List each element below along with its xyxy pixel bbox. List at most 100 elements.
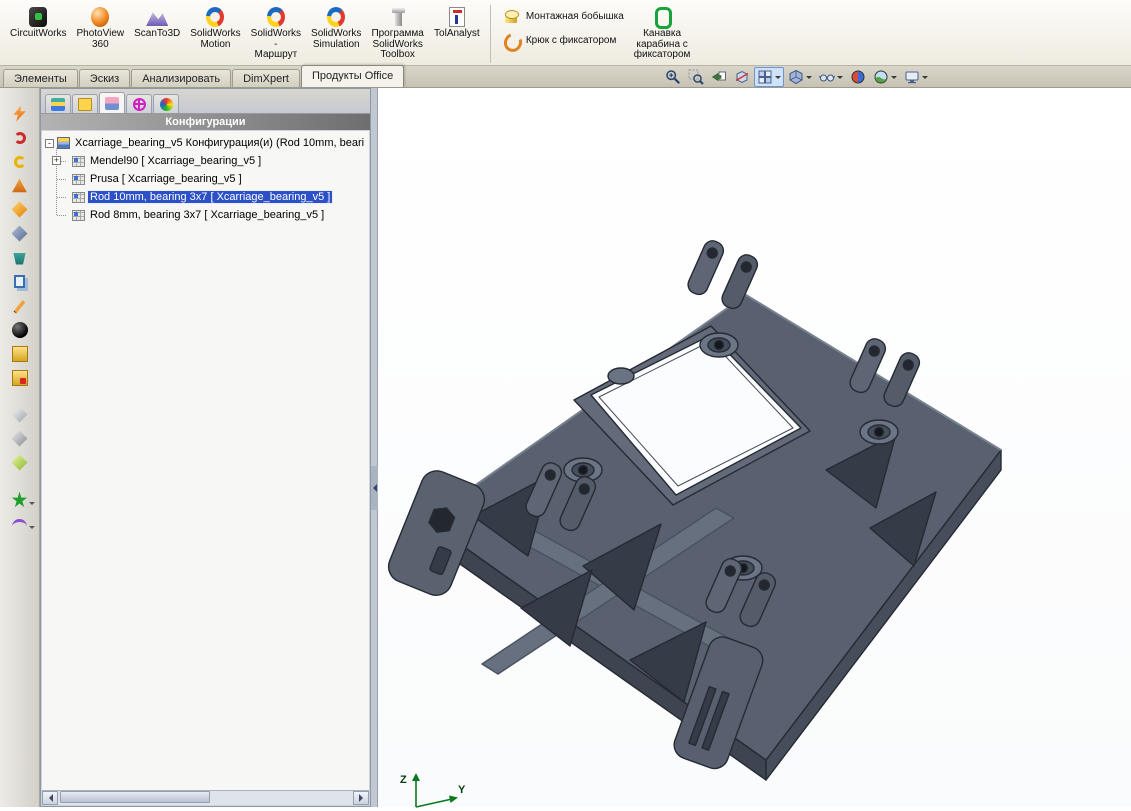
- panel-splitter[interactable]: [371, 88, 378, 807]
- scanto3d-icon: [144, 5, 170, 29]
- tree-children: + Mendel90 [ Xcarriage_bearing_v5 ] Prus…: [52, 152, 369, 224]
- side-tool-button-15[interactable]: [6, 451, 34, 474]
- gray-diamond-icon: [12, 431, 28, 447]
- tree-item-rod10mm-selected[interactable]: Rod 10mm, bearing 3x7 [ Xcarriage_bearin…: [52, 188, 369, 206]
- scroll-left-button[interactable]: [42, 791, 58, 805]
- zoom-to-area-button[interactable]: [685, 67, 707, 87]
- side-tool-button-9[interactable]: [6, 294, 34, 317]
- gray-diamond-icon: [12, 407, 28, 423]
- ribbon-button-tolanalyst[interactable]: TolAnalyst: [430, 3, 484, 42]
- ribbon-button-label: TolAnalyst: [434, 29, 480, 40]
- configuration-root-icon: [57, 137, 70, 149]
- expand-box[interactable]: +: [52, 156, 61, 165]
- gold-box-red-icon: [12, 370, 28, 386]
- side-tool-button-5[interactable]: [6, 198, 34, 221]
- side-tool-button-3[interactable]: [6, 150, 34, 173]
- scroll-right-button[interactable]: [353, 791, 369, 805]
- ribbon-button-mounting-boss[interactable]: Монтажная бобышка: [497, 6, 628, 26]
- graphics-viewport[interactable]: Z Y: [378, 88, 1131, 807]
- panel-horizontal-scrollbar[interactable]: [42, 790, 369, 805]
- tab-evaluate[interactable]: Анализировать: [131, 69, 231, 87]
- view-orientation-button[interactable]: [754, 67, 784, 87]
- side-tool-button-4[interactable]: [6, 174, 34, 197]
- ribbon-button-solidworks-simulation[interactable]: SolidWorks Simulation: [307, 3, 365, 52]
- configurationmanager-tab[interactable]: [99, 92, 125, 113]
- side-tool-button-17[interactable]: [6, 512, 34, 535]
- office-products-ribbon: CircuitWorks PhotoView 360 ScanTo3D Soli…: [0, 0, 1131, 66]
- mounting-boss-icon: [501, 7, 521, 25]
- side-tool-button-1[interactable]: [6, 102, 34, 125]
- ribbon-button-solidworks-toolbox[interactable]: Программа SolidWorks Toolbox: [367, 3, 427, 63]
- copy-pages-icon: [14, 275, 25, 288]
- red-arc-arrow-icon: [14, 132, 26, 144]
- scrollbar-track[interactable]: [58, 791, 353, 805]
- featuremanager-tree-tab[interactable]: [45, 94, 71, 113]
- side-tool-button-8[interactable]: [6, 270, 34, 293]
- side-tool-button-10[interactable]: [6, 318, 34, 341]
- snap-hook-icon: [501, 31, 521, 49]
- side-tool-button-16[interactable]: [6, 488, 34, 511]
- previous-view-icon: [711, 69, 727, 85]
- chevron-down-icon: [806, 76, 812, 82]
- orange-diamond-icon: [12, 202, 28, 218]
- ribbon-button-solidworks-motion[interactable]: SolidWorks Motion: [186, 3, 244, 52]
- side-tool-button-6[interactable]: [6, 222, 34, 245]
- blue-diamond-icon: [12, 226, 28, 242]
- solidworks-simulation-icon: [323, 5, 349, 29]
- tree-root-row[interactable]: - Xcarriage_bearing_v5 Конфигурация(и) (…: [45, 134, 369, 152]
- dimxpertmanager-tab[interactable]: [126, 94, 152, 113]
- scene-sphere-icon: [873, 69, 889, 85]
- scrollbar-thumb[interactable]: [60, 791, 210, 803]
- tolanalyst-icon: [444, 5, 470, 29]
- configuration-tree: - Xcarriage_bearing_v5 Конфигурация(и) (…: [42, 131, 369, 790]
- ribbon-button-label: ScanTo3D: [134, 29, 180, 40]
- ribbon-button-circuitworks[interactable]: CircuitWorks: [6, 3, 70, 42]
- ribbon-button-scanto3d[interactable]: ScanTo3D: [130, 3, 184, 42]
- tree-item-mendel90[interactable]: + Mendel90 [ Xcarriage_bearing_v5 ]: [52, 152, 369, 170]
- configuration-item-icon: [72, 156, 85, 167]
- propertymanager-tab[interactable]: [72, 94, 98, 113]
- ribbon-button-snap-hook[interactable]: Крюк с фиксатором: [497, 30, 628, 50]
- collapse-box[interactable]: -: [45, 139, 54, 148]
- panel-header: Конфигурации: [41, 113, 370, 130]
- side-tool-button-7[interactable]: [6, 246, 34, 269]
- side-tool-button-13[interactable]: [6, 403, 34, 426]
- orientation-triad: Z Y: [390, 765, 470, 811]
- tab-sketch[interactable]: Эскиз: [79, 69, 130, 87]
- view-settings-button[interactable]: [901, 67, 931, 87]
- ribbon-button-snap-hook-groove[interactable]: Канавка карабина с фиксатором: [630, 3, 695, 63]
- y-axis-label: Y: [458, 784, 466, 796]
- hide-show-items-button[interactable]: [816, 67, 846, 87]
- display-style-button[interactable]: [785, 67, 815, 87]
- chevron-down-icon: [29, 502, 35, 508]
- previous-view-button[interactable]: [708, 67, 730, 87]
- configuration-item-icon: [72, 210, 85, 221]
- tab-elements[interactable]: Элементы: [3, 69, 78, 87]
- side-tool-button-14[interactable]: [6, 427, 34, 450]
- eyeglasses-icon: [819, 69, 835, 85]
- side-tool-button-2[interactable]: [6, 126, 34, 149]
- ribbon-button-label: Канавка карабина с фиксатором: [634, 29, 691, 61]
- tab-office-products[interactable]: Продукты Office: [301, 65, 404, 87]
- side-tool-button-11[interactable]: [6, 342, 34, 365]
- feature-tree-icon: [51, 98, 65, 111]
- splitter-collapse-handle[interactable]: [371, 466, 378, 510]
- side-tool-button-12[interactable]: [6, 366, 34, 389]
- ribbon-button-label: Монтажная бобышка: [526, 11, 624, 22]
- tree-item-rod8mm[interactable]: Rod 8mm, bearing 3x7 [ Xcarriage_bearing…: [52, 206, 369, 224]
- ribbon-button-photoview-360[interactable]: PhotoView 360: [72, 3, 128, 52]
- tree-item-prusa[interactable]: Prusa [ Xcarriage_bearing_v5 ]: [52, 170, 369, 188]
- zoom-to-fit-button[interactable]: [662, 67, 684, 87]
- displaymanager-tab[interactable]: [153, 94, 179, 113]
- edit-appearance-button[interactable]: [847, 67, 869, 87]
- ribbon-button-label: SolidWorks - Маршрут: [251, 29, 301, 61]
- view-orientation-icon: [757, 69, 773, 85]
- feature-manager-panel: Конфигурации - Xcarriage_bearing_v5 Конф…: [40, 88, 371, 807]
- lightning-icon: [12, 106, 28, 122]
- green-diamond-icon: [12, 455, 28, 471]
- dimxpert-target-icon: [133, 98, 146, 111]
- section-view-button[interactable]: [731, 67, 753, 87]
- tab-dimxpert[interactable]: DimXpert: [232, 69, 300, 87]
- apply-scene-button[interactable]: [870, 67, 900, 87]
- ribbon-button-solidworks-routing[interactable]: SolidWorks - Маршрут: [247, 3, 305, 63]
